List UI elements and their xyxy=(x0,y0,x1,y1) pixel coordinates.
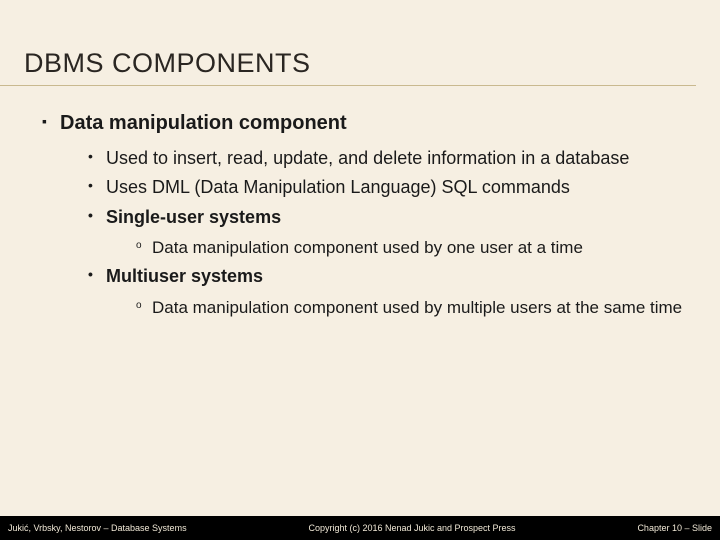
footer-left: Jukić, Vrbsky, Nestorov – Database Syste… xyxy=(8,523,187,533)
bullet-text: Uses DML (Data Manipulation Language) SQ… xyxy=(106,177,570,197)
footer-right: Chapter 10 – Slide xyxy=(637,523,712,533)
list-level-3: Data manipulation component used by one … xyxy=(106,237,692,259)
sub-bullet-item: Data manipulation component used by one … xyxy=(136,237,692,259)
sub-bullet-text: Data manipulation component used by mult… xyxy=(152,298,682,317)
section-heading-text: Data manipulation component xyxy=(60,112,347,134)
section-heading: Data manipulation component Used to inse… xyxy=(42,112,692,319)
bullet-item: Uses DML (Data Manipulation Language) SQ… xyxy=(88,176,692,199)
bullet-text: Used to insert, read, update, and delete… xyxy=(106,148,629,168)
bullet-item-bold: Multiuser systems Data manipulation comp… xyxy=(88,265,692,318)
bullet-item: Used to insert, read, update, and delete… xyxy=(88,147,692,170)
footer-center: Copyright (c) 2016 Nenad Jukic and Prosp… xyxy=(308,523,515,533)
bullet-text: Single-user systems xyxy=(106,207,281,227)
slide-title: DBMS COMPONENTS xyxy=(0,0,696,86)
bullet-item-bold: Single-user systems Data manipulation co… xyxy=(88,206,692,259)
list-level-2: Used to insert, read, update, and delete… xyxy=(60,147,692,319)
slide-footer: Jukić, Vrbsky, Nestorov – Database Syste… xyxy=(0,516,720,540)
slide: DBMS COMPONENTS Data manipulation compon… xyxy=(0,0,720,540)
sub-bullet-text: Data manipulation component used by one … xyxy=(152,238,583,257)
list-level-3: Data manipulation component used by mult… xyxy=(106,297,692,319)
sub-bullet-item: Data manipulation component used by mult… xyxy=(136,297,692,319)
slide-content: Data manipulation component Used to inse… xyxy=(0,86,720,319)
list-level-1: Data manipulation component Used to inse… xyxy=(28,112,692,319)
bullet-text: Multiuser systems xyxy=(106,266,263,286)
